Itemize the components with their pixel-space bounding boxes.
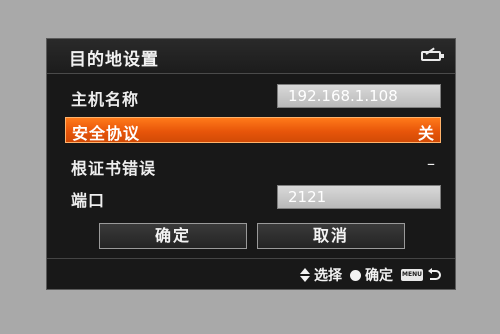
port-field[interactable]: 2121 (277, 185, 441, 209)
row-security-protocol[interactable]: 安全协议 关 (65, 117, 441, 143)
row-host-name[interactable]: 主机名称 192.168.1.108 (65, 83, 441, 111)
updown-arrows-icon (300, 267, 310, 283)
title-bar: 目的地设置 (47, 39, 455, 74)
host-name-field[interactable]: 192.168.1.108 (277, 84, 441, 108)
security-protocol-label: 安全协议 (72, 124, 141, 143)
port-label: 端口 (71, 191, 106, 210)
footer-hint-group: 选择 确定 MENU (300, 266, 441, 284)
confirm-hint: 确定 (365, 268, 393, 284)
select-hint: 选择 (314, 268, 342, 284)
row-port[interactable]: 端口 2121 (65, 184, 441, 212)
row-root-cert-error: 根证书错误 – (65, 152, 441, 180)
host-name-label: 主机名称 (71, 90, 140, 109)
battery-icon (421, 47, 444, 61)
footer-hints: 选择 确定 MENU (47, 258, 455, 289)
root-cert-error-value: – (427, 154, 435, 173)
set-button-icon (350, 269, 361, 281)
cancel-button[interactable]: 取消 (257, 223, 405, 249)
page-title: 目的地设置 (69, 50, 159, 70)
security-protocol-value[interactable]: 关 (418, 120, 434, 144)
return-arrow-icon (427, 268, 441, 282)
camera-screen: 目的地设置 主机名称 192.168.1.108 安全协议 关 根证书错误 – … (46, 38, 456, 290)
root-cert-error-label: 根证书错误 (71, 159, 157, 178)
menu-button-icon: MENU (401, 269, 423, 281)
ok-button[interactable]: 确定 (99, 223, 247, 249)
